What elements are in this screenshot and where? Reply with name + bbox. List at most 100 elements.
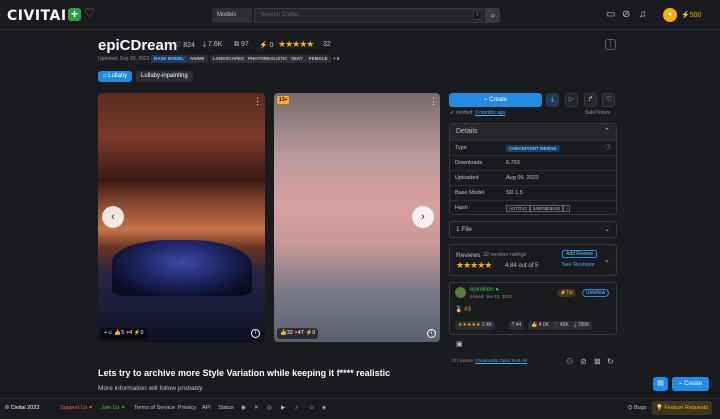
creator-avatar[interactable]: [455, 287, 466, 298]
more-tags[interactable]: + 6: [330, 55, 342, 63]
info-icon[interactable]: i: [427, 329, 436, 338]
civitai-logo[interactable]: CIVITAI: [7, 8, 67, 24]
rating-count: 32: [323, 41, 331, 48]
car-graphic: [112, 240, 252, 296]
heart-icon[interactable]: ♡: [602, 93, 615, 107]
creator-downloads: ⤓ 785K: [571, 321, 593, 330]
user-avatar[interactable]: ●: [663, 8, 677, 22]
buzz-balance[interactable]: ⚡500: [681, 11, 701, 19]
creator-rating: ★★★★★ 2.4K: [455, 321, 496, 330]
search-input[interactable]: Search Civitai: [254, 8, 486, 23]
video-icon[interactable]: ▣: [456, 340, 463, 348]
base-model-tag: BASE MODEL: [151, 55, 188, 63]
detail-row-type: Type CHECKPOINT MERGE ⓘ: [450, 140, 616, 155]
detail-row-base-model: Base Model SD 1.5: [450, 185, 616, 200]
creator-card: epinikion ● Joined: Jan 10, 2023 ⚡Tip Un…: [449, 282, 617, 335]
footer: © Civitai 2023 Support Us ♥ Join Us ✦ Te…: [0, 398, 720, 419]
reviews-count: 32 version ratings: [483, 252, 527, 258]
updated-date: Updated: Sep 29, 2023: [98, 56, 150, 62]
github-icon[interactable]: ◈: [322, 399, 326, 418]
version-lullaby-inpainting-button[interactable]: Lullaby-inpainting: [136, 71, 193, 82]
search-shortcut-key: /: [473, 10, 482, 20]
heart-icon[interactable]: ♡: [84, 6, 95, 20]
reviews-score: 4.84 out of 5: [505, 263, 539, 269]
no-derivatives-icon: ↻: [607, 357, 614, 366]
version-lullaby-button[interactable]: ⌂ Lullaby: [98, 71, 133, 82]
privacy-link[interactable]: Privacy: [178, 399, 196, 418]
tag-item[interactable]: PHOTOREALISTIC: [245, 55, 291, 63]
terms-link[interactable]: Terms of Service: [134, 399, 175, 418]
verified-status: ✔ Verified: 3 months ago: [450, 110, 506, 116]
creator-followers: 👍 4.0K: [528, 321, 552, 330]
reddit-icon[interactable]: ☺: [309, 399, 315, 418]
chat-icon[interactable]: ▤: [653, 377, 668, 391]
downloads-stat: ⤓ 7.6K: [203, 41, 223, 48]
api-link[interactable]: API: [202, 399, 211, 418]
plus-icon[interactable]: +: [68, 8, 81, 21]
files-accordion[interactable]: 1 File ⌄: [449, 221, 617, 238]
tag-item[interactable]: SEXY: [288, 55, 307, 63]
unfollow-button[interactable]: Unfollow: [582, 289, 610, 297]
carousel-next-button[interactable]: ›: [412, 206, 434, 228]
share-icon[interactable]: ↱: [584, 93, 597, 107]
bugs-link[interactable]: ⛭ Bugs: [628, 399, 646, 418]
join-us-link[interactable]: Join Us ✦: [101, 399, 125, 418]
feature-requests-button[interactable]: 💡 Feature Requests: [652, 401, 713, 415]
model-title: epiCDream: [98, 37, 178, 54]
more-options-button[interactable]: ⋮: [605, 39, 616, 50]
support-us-link[interactable]: Support Us ♥: [60, 399, 92, 418]
detail-row-hash: Hash AUTOV2 546F883EAD ›: [450, 200, 616, 215]
status-link[interactable]: Status: [218, 399, 234, 418]
rating-stars: ★★★★★: [278, 39, 314, 49]
download-icon[interactable]: ⤓: [546, 93, 559, 107]
reviews-title: Reviews: [456, 252, 481, 259]
instagram-icon[interactable]: ◎: [267, 399, 272, 418]
youtube-icon[interactable]: ▶: [281, 399, 285, 418]
image-reactions[interactable]: 👍32 ♥47 ⚡0: [277, 328, 319, 339]
creator-name[interactable]: epinikion ●: [470, 287, 499, 293]
nsfw-level-badge: 13+: [277, 96, 290, 104]
creator-rank: 🏅 #3: [455, 307, 471, 313]
safetensor-label: SafeTensor: [585, 110, 611, 116]
monitor-icon[interactable]: ▭: [606, 9, 615, 20]
see-reviews-link[interactable]: See Reviews: [562, 262, 594, 268]
no-sell-icon: ⊘: [580, 357, 587, 366]
license-text: ⚖ License: CreativeML Open RAIL-M: [452, 358, 527, 363]
collections-stat[interactable]: ⧉ 97: [234, 41, 249, 49]
description-text: More information will follow probably: [98, 385, 203, 392]
tag-item[interactable]: LANDSCAPES: [210, 55, 248, 63]
reviews-panel: Reviews 32 version ratings ★★★★★ 4.84 ou…: [449, 244, 617, 276]
detail-row-downloads: Downloads 6,793: [450, 155, 616, 170]
info-icon[interactable]: i: [251, 329, 260, 338]
creator-likes: ♡ 45K: [551, 321, 572, 330]
carousel-prev-button[interactable]: ‹: [102, 206, 124, 228]
search-button[interactable]: ⌕: [486, 8, 500, 23]
tag-item[interactable]: FEMALE: [306, 55, 331, 63]
play-icon[interactable]: ▷: [565, 93, 578, 107]
buzz-stat[interactable]: ⚡ 0: [259, 41, 274, 49]
reviews-stars: ★★★★★: [456, 260, 492, 270]
person-icon: ⚇: [566, 357, 574, 366]
footer-copyright: © Civitai 2023: [5, 405, 40, 411]
search-type-select[interactable]: Models: [212, 8, 252, 23]
details-panel: Details ⌃ Type CHECKPOINT MERGE ⓘ Downloads…: [449, 123, 617, 215]
tip-button[interactable]: ⚡Tip: [557, 289, 576, 297]
details-header[interactable]: Details ⌃: [450, 124, 616, 140]
tiktok-icon[interactable]: ♪: [295, 399, 298, 418]
tag-item[interactable]: ANIME: [187, 55, 208, 63]
create-button[interactable]: ⌁ Create: [449, 93, 542, 107]
create-floating-button[interactable]: ⌁ Create: [672, 377, 709, 391]
creator-uploads: ⤒ 44: [509, 321, 525, 330]
no-rent-icon: ⊠: [594, 357, 601, 366]
image-reactions[interactable]: +☺ 👍5 ♥4 ⚡0: [101, 328, 147, 339]
bell-icon[interactable]: ♫: [639, 9, 647, 20]
detail-row-uploaded: Uploaded Aug 09, 2023: [450, 170, 616, 185]
likes-stat[interactable]: ♡ 824: [175, 41, 195, 49]
discord-icon[interactable]: ◉: [241, 399, 246, 418]
add-review-button[interactable]: Add Review: [562, 250, 597, 258]
image-menu-icon[interactable]: ⋮: [429, 96, 438, 107]
twitter-icon[interactable]: ✕: [254, 399, 259, 418]
image-menu-icon[interactable]: ⋮: [253, 96, 262, 107]
eye-off-icon[interactable]: ⊘: [622, 9, 630, 20]
chevron-down-icon[interactable]: ⌄: [604, 256, 610, 264]
